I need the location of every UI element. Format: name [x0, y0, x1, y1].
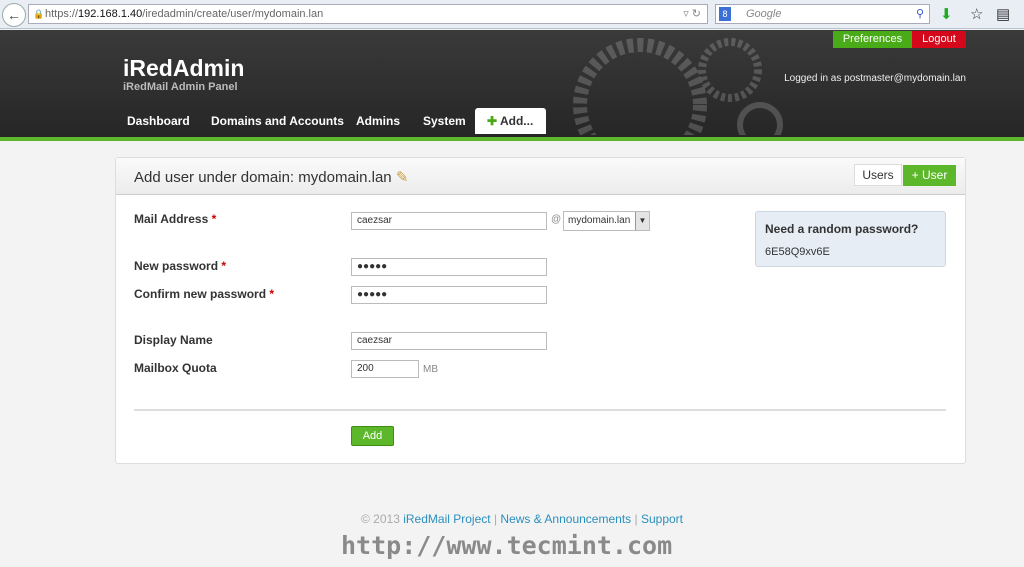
header-accent-bar [0, 137, 1024, 141]
reload-icon[interactable]: ▿ ↻ [683, 5, 701, 23]
lock-icon: 🔒 [33, 9, 45, 19]
confirm-password-input[interactable]: ●●●●● [351, 286, 547, 304]
tab-users[interactable]: Users [854, 164, 902, 186]
add-user-panel: Add user under domain: mydomain.lan ✎ Us… [115, 157, 966, 464]
random-password-value: 6E58Q9xv6E [765, 246, 830, 258]
nav-add-label: Add... [499, 114, 534, 128]
separator: | [493, 512, 498, 526]
nav-add[interactable]: ✚ Add... [475, 108, 546, 134]
mailbox-quota-input[interactable]: 200 [351, 360, 419, 378]
nav-system[interactable]: System [423, 108, 466, 134]
gears-decoration-icon [573, 38, 783, 135]
display-name-label: Display Name [134, 333, 213, 347]
required-marker: * [211, 212, 217, 226]
clipboard-icon[interactable]: ▤ [996, 5, 1010, 23]
footer: © 2013 iRedMail Project | News & Announc… [0, 512, 1024, 526]
new-password-label: New password * [134, 259, 226, 273]
url-prefix: https:// [45, 8, 79, 20]
url-host: 192.168.1.40 [78, 8, 143, 20]
google-icon: 8 [719, 7, 731, 21]
random-password-title: Need a random password? [765, 222, 919, 236]
page-title-text: Add user under domain: mydomain.lan [134, 169, 392, 186]
edit-pencil-icon: ✎ [395, 169, 409, 186]
plus-icon: + [911, 168, 919, 182]
quota-unit: MB [423, 364, 438, 375]
panel-header: Add user under domain: mydomain.lan ✎ Us… [116, 158, 965, 195]
bookmark-star-icon[interactable]: ☆ [970, 5, 983, 23]
at-sign: @ [551, 214, 562, 225]
tab-add-user-label: User [922, 168, 948, 182]
page-title: Add user under domain: mydomain.lan ✎ [134, 168, 408, 186]
chevron-down-icon[interactable]: ▼ [635, 212, 649, 230]
support-link[interactable]: Support [641, 512, 683, 526]
copyright: © 2013 [361, 512, 400, 526]
preferences-button[interactable]: Preferences [833, 31, 912, 48]
form-divider [134, 409, 946, 411]
download-icon[interactable]: ⬇ [940, 5, 953, 23]
app-subtitle: iRedMail Admin Panel [123, 81, 238, 93]
nav-dashboard[interactable]: Dashboard [127, 108, 190, 134]
browser-toolbar: ← 🔒 https://192.168.1.40/iredadmin/create… [0, 0, 1024, 29]
mail-username-input[interactable]: caezsar [351, 212, 547, 230]
back-button[interactable]: ← [2, 3, 26, 27]
url-bar[interactable]: 🔒 https://192.168.1.40/iredadmin/create/u… [28, 4, 708, 24]
news-link[interactable]: News & Announcements [500, 512, 631, 526]
logged-in-status: Logged in as postmaster@mydomain.lan [784, 73, 966, 84]
new-password-input[interactable]: ●●●●● [351, 258, 547, 276]
search-icon[interactable]: ⚲ [916, 5, 924, 23]
mailbox-quota-label: Mailbox Quota [134, 361, 217, 375]
required-marker: * [269, 287, 275, 301]
display-name-input[interactable]: caezsar [351, 332, 547, 350]
iredmail-project-link[interactable]: iRedMail Project [403, 512, 490, 526]
required-marker: * [221, 259, 227, 273]
confirm-password-label: Confirm new password * [134, 287, 274, 301]
tab-add-user[interactable]: + User [903, 165, 956, 186]
label-text: New password [134, 259, 219, 273]
separator: | [634, 512, 638, 526]
plus-icon: ✚ [487, 114, 498, 128]
search-input[interactable]: 8 Google ⚲ [715, 4, 930, 24]
nav-admins[interactable]: Admins [356, 108, 400, 134]
domain-select-value: mydomain.lan [568, 215, 631, 226]
label-text: Mail Address [134, 212, 209, 226]
url-path: /iredadmin/create/user/mydomain.lan [142, 8, 324, 20]
add-button[interactable]: Add [351, 426, 394, 446]
app-logo[interactable]: iRedAdmin [123, 55, 244, 82]
label-text: Confirm new password [134, 287, 267, 301]
nav-domains-accounts[interactable]: Domains and Accounts [211, 108, 344, 134]
watermark: http://www.tecmint.com [341, 531, 673, 560]
mail-address-label: Mail Address * [134, 212, 216, 226]
search-placeholder: Google [746, 8, 782, 20]
random-password-box: Need a random password? 6E58Q9xv6E [755, 211, 946, 267]
logout-button[interactable]: Logout [912, 31, 966, 48]
domain-select[interactable]: mydomain.lan ▼ [563, 211, 650, 231]
